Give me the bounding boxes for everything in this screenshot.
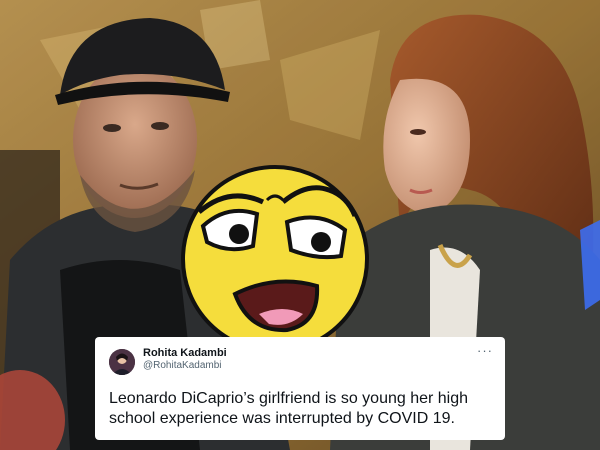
tweet-header: Rohita Kadambi @RohitaKadambi	[109, 347, 491, 375]
user-handle[interactable]: @RohitaKadambi	[143, 360, 227, 372]
tweet-text: Leonardo DiCaprio’s girlfriend is so you…	[109, 390, 469, 427]
ellipsis-icon[interactable]: ···	[477, 343, 493, 358]
tweet-card[interactable]: Rohita Kadambi @RohitaKadambi ··· Leonar…	[95, 337, 505, 440]
profile-photo-icon	[109, 349, 135, 375]
avatar[interactable]	[109, 349, 135, 375]
angry-face-emoji	[181, 165, 369, 353]
meme-image: Rohita Kadambi @RohitaKadambi ··· Leonar…	[0, 0, 600, 450]
tweet-author: Rohita Kadambi @RohitaKadambi	[143, 347, 227, 371]
display-name[interactable]: Rohita Kadambi	[143, 347, 227, 360]
